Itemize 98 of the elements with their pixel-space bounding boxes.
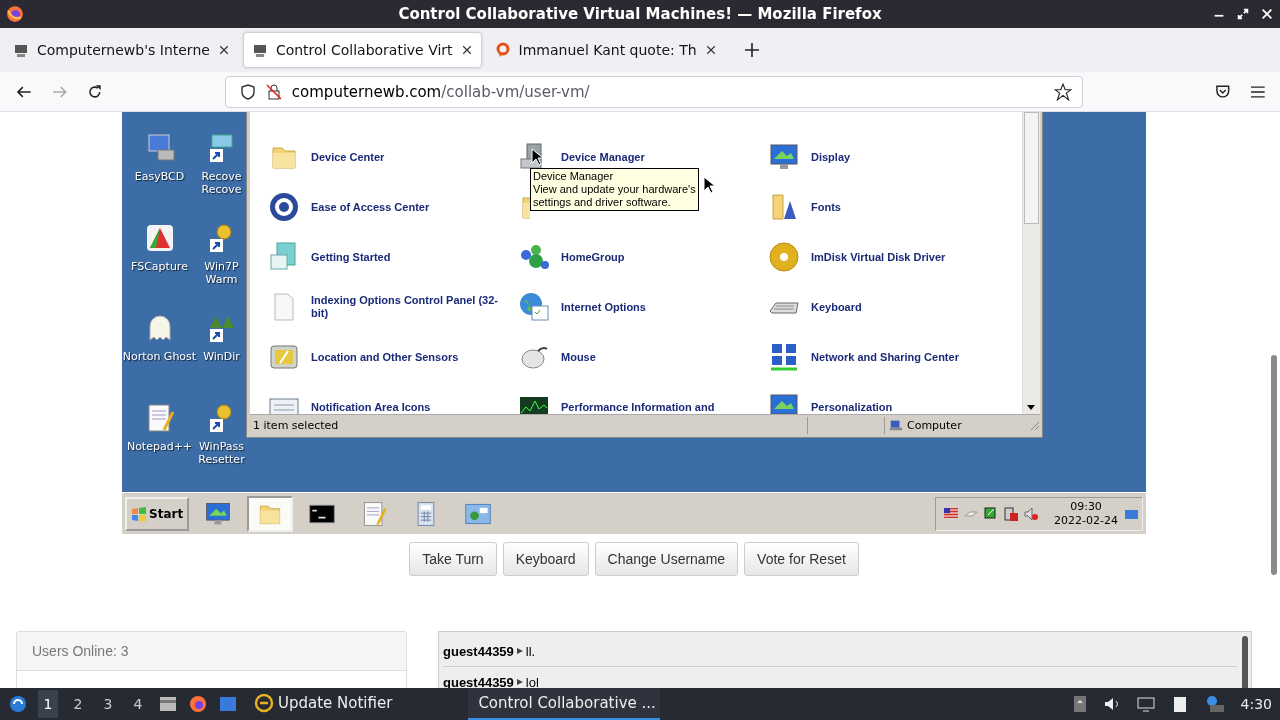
firefox-icon[interactable] <box>6 5 24 23</box>
address-bar[interactable]: computernewb.com/collab-vm/user-vm/ <box>224 75 1083 108</box>
tooltip: Device Manager View and update your hardware's settings and driver software. <box>530 168 699 211</box>
quote-favicon <box>494 42 511 58</box>
workspace-button[interactable]: 3 <box>98 690 118 718</box>
control-panel-item[interactable]: Location and Other Sensors <box>311 350 511 364</box>
control-panel-item[interactable]: Keyboard <box>811 300 1011 314</box>
taskbar-task[interactable]: Control Collaborative ... <box>468 688 661 720</box>
taskbar-task[interactable]: Update Notifier <box>248 688 399 720</box>
windows-flag-icon <box>131 505 147 522</box>
bookmark-star-icon[interactable] <box>1053 82 1072 101</box>
control-panel-item[interactable]: Display <box>811 150 1011 164</box>
shield-icon <box>239 83 256 100</box>
url-text: computernewb.com/collab-vm/user-vm/ <box>291 82 590 101</box>
control-panel-item[interactable]: Performance Information and <box>561 400 761 414</box>
clock: 4:30 <box>1240 696 1272 712</box>
close-icon[interactable] <box>704 44 717 56</box>
desktop-icon-label[interactable]: Win7P Warm <box>204 260 239 286</box>
chat-message: ll. <box>525 643 536 659</box>
restore-icon[interactable] <box>1236 7 1250 21</box>
triangle-icon <box>515 647 524 655</box>
control-panel-item[interactable]: Network and Sharing Center <box>811 350 1011 364</box>
clock-time: 09:30 <box>1070 499 1102 514</box>
notification-icon[interactable] <box>1204 695 1225 713</box>
flag-icon <box>944 507 959 520</box>
app-menu-icon[interactable] <box>8 694 28 714</box>
zone-label: Computer <box>906 418 962 432</box>
status-text: 1 item selected <box>252 418 340 432</box>
monitor-icon <box>768 391 800 414</box>
control-panel-item[interactable]: Notification Area Icons <box>311 400 511 414</box>
scrollbar-thumb[interactable] <box>1024 112 1039 224</box>
control-panel-item[interactable]: Device Manager <box>561 150 761 164</box>
computer-favicon <box>251 42 268 58</box>
reload-icon[interactable] <box>87 83 103 100</box>
computer-favicon <box>13 42 29 58</box>
control-panel-item[interactable]: Getting Started <box>311 250 511 264</box>
control-panel-item[interactable]: Personalization <box>811 400 1011 414</box>
close-icon[interactable] <box>217 44 230 56</box>
control-panel-item[interactable]: ImDisk Virtual Disk Driver <box>811 250 1011 264</box>
resize-grip-icon <box>1028 419 1040 431</box>
control-panel-item[interactable]: Fonts <box>811 200 1011 214</box>
chat-username: guest44359 <box>443 643 514 659</box>
window-title: Control Collaborative Virtual Machines! — Mozilla Firefox <box>398 5 882 23</box>
clock-date: 2022-02-24 <box>1054 513 1118 528</box>
firefox-icon[interactable] <box>188 694 208 714</box>
start-button[interactable]: Start <box>125 496 190 531</box>
browser-tab[interactable]: Immanuel Kant quote: Th <box>485 32 726 68</box>
tab-title: Computernewb's Interne <box>37 42 210 58</box>
action-button[interactable]: Vote for Reset <box>744 542 859 576</box>
desktop-icon-label[interactable]: WinDir <box>203 350 240 363</box>
tab-title: Control Collaborative Virt <box>275 42 453 58</box>
control-panel-item[interactable]: Internet Options <box>561 300 761 314</box>
workspace-button[interactable]: 4 <box>128 690 148 718</box>
network-icon <box>984 506 999 521</box>
action-button[interactable]: Change Username <box>594 542 739 576</box>
updater-icon <box>254 693 274 713</box>
control-panel-item[interactable]: Mouse <box>561 350 761 364</box>
browser-tab[interactable]: Computernewb's Interne <box>4 32 239 68</box>
display-icon[interactable] <box>1136 695 1155 713</box>
insecure-lock-icon <box>265 83 282 100</box>
mute-icon <box>1024 506 1039 521</box>
cursor-icon <box>703 176 715 194</box>
accessibility-icon <box>268 191 300 223</box>
cursor-icon <box>531 148 543 166</box>
browser-tab[interactable]: Control Collaborative Virt <box>242 32 482 68</box>
control-panel-item[interactable]: Ease of Access Center <box>311 200 511 214</box>
desktop-icon-label[interactable]: FSCapture <box>131 260 188 273</box>
close-icon[interactable] <box>460 44 473 56</box>
desktop-icon-label[interactable]: Recove Recove <box>201 170 242 196</box>
window-icon[interactable] <box>218 694 238 714</box>
control-panel-item[interactable]: Indexing Options Control Panel (32-bit) <box>311 294 511 320</box>
tab-title: Immanuel Kant quote: Th <box>518 42 697 58</box>
tray-icon[interactable] <box>1072 695 1087 713</box>
chat-message: lol <box>525 674 539 688</box>
globe-icon <box>518 291 550 323</box>
desktop-icon-label[interactable]: Notepad++ <box>126 440 193 453</box>
menu-icon[interactable] <box>1250 83 1266 100</box>
pocket-icon[interactable] <box>1214 83 1231 100</box>
triangle-icon <box>515 678 524 686</box>
computer-icon <box>888 418 903 432</box>
scrollbar-thumb[interactable] <box>1271 355 1277 575</box>
desktop-icon-label[interactable]: WinPass Resetter <box>198 440 245 466</box>
close-icon[interactable] <box>1260 7 1274 21</box>
desktop-icon-label[interactable]: Norton Ghost <box>122 350 197 363</box>
workspace-button[interactable]: 2 <box>68 690 88 718</box>
new-tab-icon[interactable] <box>743 42 760 58</box>
action-button[interactable]: Keyboard <box>502 542 589 576</box>
users-online-header: Users Online: 3 <box>17 632 406 671</box>
network-icon <box>768 341 800 373</box>
disc-icon <box>768 241 800 273</box>
network-error-icon <box>1004 506 1019 521</box>
action-button[interactable]: Take Turn <box>409 542 497 576</box>
workspace-button[interactable]: 1 <box>38 690 58 718</box>
volume-icon[interactable] <box>1102 695 1121 713</box>
control-panel-item[interactable]: HomeGroup <box>561 250 761 264</box>
desktop-icon-label[interactable]: EasyBCD <box>134 170 185 183</box>
file-manager-icon[interactable] <box>158 694 178 714</box>
control-panel-item[interactable]: Device Center <box>311 150 511 164</box>
